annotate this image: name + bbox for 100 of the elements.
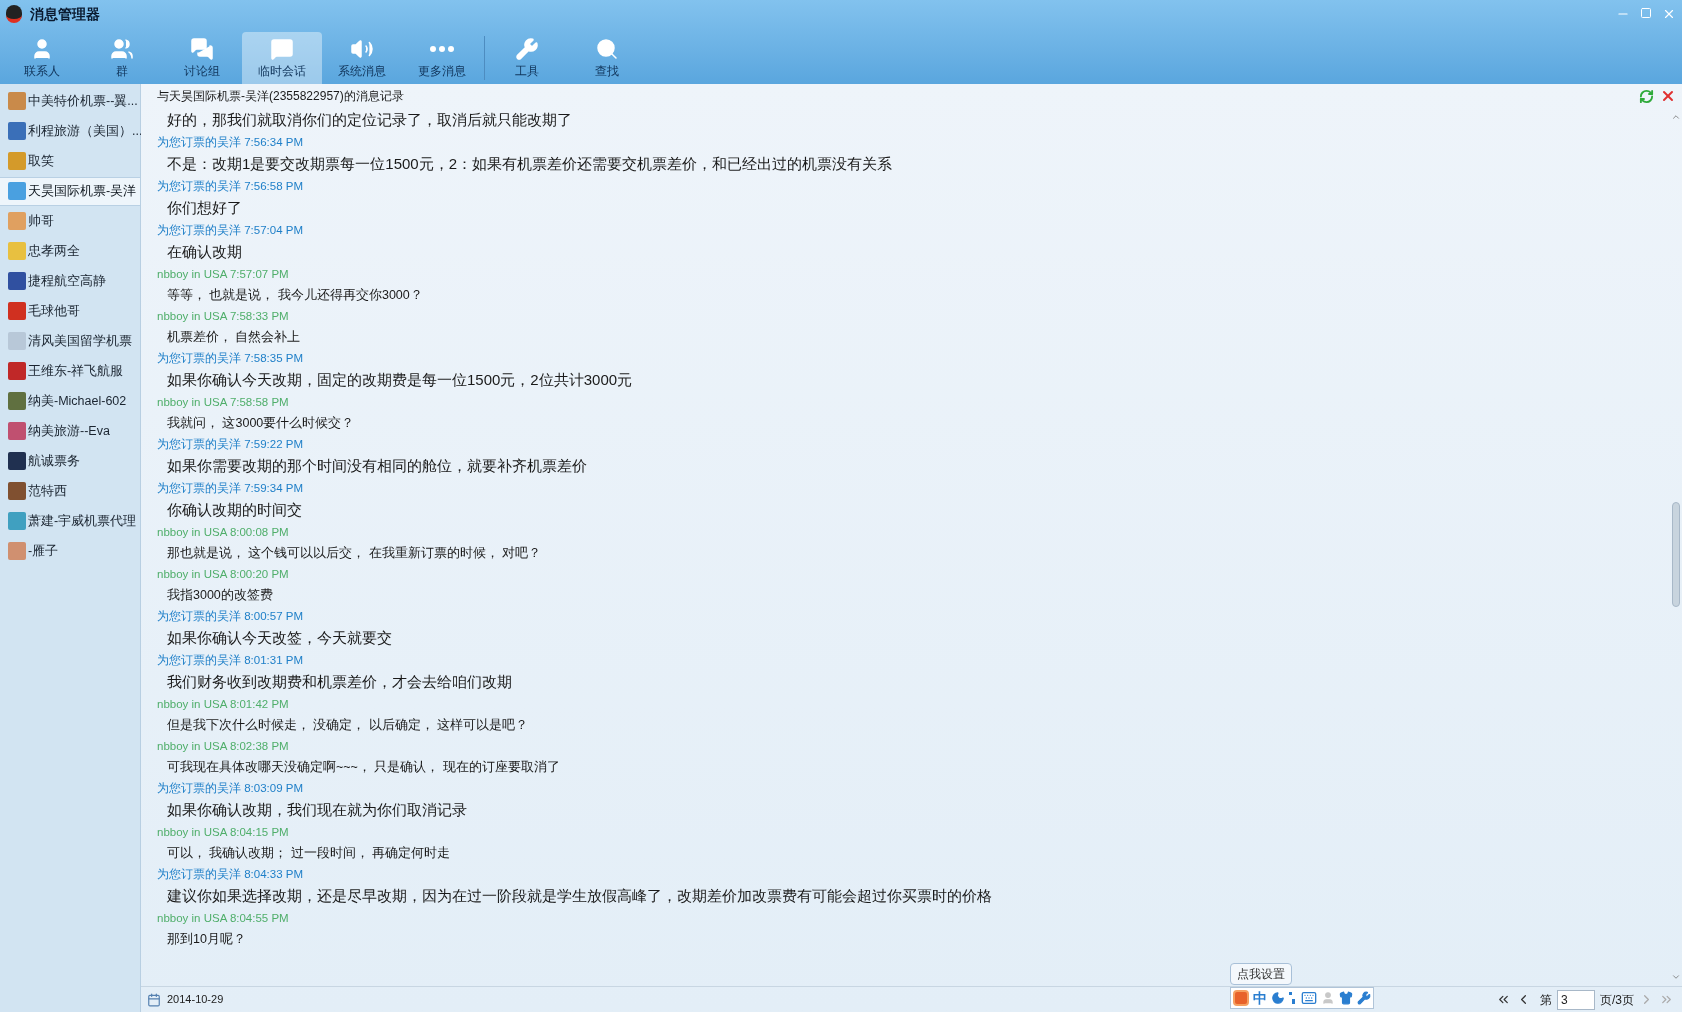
- avatar-icon: [8, 482, 26, 500]
- message-text: 机票差价， 自然会补上: [167, 328, 301, 346]
- message-text: 如果你确认今天改期，固定的改期费是每一位1500元，2位共计3000元: [167, 369, 633, 390]
- message-header: nbboy in USA 7:58:33 PM: [157, 309, 289, 324]
- avatar-icon: [8, 182, 26, 200]
- refresh-icon[interactable]: [1639, 88, 1654, 104]
- contact-item[interactable]: 清风美国留学机票: [0, 326, 140, 356]
- message-header: 为您订票的吴洋 7:57:04 PM: [157, 223, 303, 238]
- close-icon[interactable]: [1660, 88, 1676, 104]
- conversation-title: 与天昊国际机票-吴洋(2355822957)的消息记录: [157, 88, 404, 105]
- toolbar-tab[interactable]: 系统消息: [322, 32, 402, 84]
- page-input[interactable]: 3: [1557, 989, 1595, 1010]
- message-text: 我们财务收到改期费和机票差价，才会去给咱们改期: [167, 671, 512, 692]
- message-header: 为您订票的吴洋 8:03:09 PM: [157, 781, 303, 796]
- toolbar-tab[interactable]: 工具: [487, 32, 567, 84]
- message-header: nbboy in USA 8:00:08 PM: [157, 525, 289, 540]
- message-header: nbboy in USA 8:02:38 PM: [157, 739, 289, 754]
- message-text: 好的，那我们就取消你们的定位记录了，取消后就只能改期了: [167, 109, 572, 130]
- avatar-icon: [8, 242, 26, 260]
- contact-item[interactable]: 中美特价机票--翼...: [0, 86, 140, 116]
- message-text: 如果你需要改期的那个时间没有相同的舱位，就要补齐机票差价: [167, 455, 587, 476]
- contact-item[interactable]: 捷程航空高静: [0, 266, 140, 296]
- avatar-icon: [8, 212, 26, 230]
- message-text: 建议你如果选择改期，还是尽早改期，因为在过一阶段就是学生放假高峰了，改期差价加改票费有可能会超过你买票时的价格: [167, 885, 992, 906]
- avatar-icon: [8, 272, 26, 290]
- ime-mode[interactable]: 中: [1253, 987, 1267, 1009]
- dots-icon: [430, 45, 454, 52]
- page-suffix: 页/3页: [1600, 991, 1634, 1009]
- close-icon[interactable]: [1662, 7, 1676, 21]
- message-text: 如果你确认改期，我们现在就为你们取消记录: [167, 799, 467, 820]
- contact-item[interactable]: 王维东-祥飞航服: [0, 356, 140, 386]
- avatar-icon: [8, 332, 26, 350]
- wrench-icon[interactable]: [1357, 991, 1371, 1005]
- message-text: 等等， 也就是说， 我今儿还得再交你3000？: [167, 286, 423, 304]
- message-text: 我就问， 这3000要什么时候交？: [167, 414, 355, 432]
- contact-item[interactable]: 天昊国际机票-吴洋: [0, 176, 140, 206]
- message-text: 如果你确认今天改签，今天就要交: [167, 627, 392, 648]
- keyboard-icon[interactable]: [1301, 990, 1317, 1006]
- toolbar-tab[interactable]: 查找: [567, 32, 647, 84]
- message-header: 为您订票的吴洋 8:01:31 PM: [157, 653, 303, 668]
- contact-item[interactable]: 帅哥: [0, 206, 140, 236]
- contact-item[interactable]: 取笑: [0, 146, 140, 176]
- people-icon: [110, 36, 134, 61]
- message-text: 我指3000的改签费: [167, 586, 273, 604]
- message-header: nbboy in USA 8:04:15 PM: [157, 825, 289, 840]
- scroll-down-icon[interactable]: [1671, 972, 1681, 982]
- message-text: 你确认改期的时间交: [167, 499, 302, 520]
- contact-item[interactable]: 纳美-Michael-602: [0, 386, 140, 416]
- restore-icon[interactable]: [1640, 7, 1652, 19]
- toolbar-tab[interactable]: 联系人: [2, 32, 82, 84]
- toolbar-tab[interactable]: 临时会话: [242, 32, 322, 84]
- avatar-icon: [8, 542, 26, 560]
- message-text: 你们想好了: [167, 197, 242, 218]
- scroll-thumb[interactable]: [1672, 502, 1680, 607]
- message-text: 可我现在具体改哪天没确定啊~~~， 只是确认， 现在的订座要取消了: [167, 758, 560, 776]
- message-header: 为您订票的吴洋 8:00:57 PM: [157, 609, 303, 624]
- avatar-icon: [8, 92, 26, 110]
- contact-item[interactable]: -雁子: [0, 536, 140, 566]
- toolbar-tab[interactable]: 群: [82, 32, 162, 84]
- message-header: 为您订票的吴洋 7:59:34 PM: [157, 481, 303, 496]
- avatar-icon: [8, 452, 26, 470]
- avatar-icon: [8, 422, 26, 440]
- shirt-icon[interactable]: [1339, 991, 1353, 1005]
- message-header: nbboy in USA 7:58:58 PM: [157, 395, 289, 410]
- message-text: 但是我下次什么时候走， 没确定， 以后确定， 这样可以是吧？: [167, 716, 529, 734]
- avatar-icon: [8, 122, 26, 140]
- contact-item[interactable]: 毛球他哥: [0, 296, 140, 326]
- avatar-icon: [8, 512, 26, 530]
- message-text: 在确认改期: [167, 241, 242, 262]
- calendar-icon[interactable]: [147, 992, 161, 1007]
- date-label: 2014-10-29: [167, 992, 224, 1008]
- logo-icon[interactable]: [1233, 990, 1249, 1006]
- toolbar-tab[interactable]: 讨论组: [162, 32, 242, 84]
- wrench-icon: [515, 36, 539, 61]
- page-prefix: 第: [1540, 991, 1552, 1009]
- avatar-icon: [8, 152, 26, 170]
- search-icon: [595, 36, 619, 61]
- punctuation-icon[interactable]: [1289, 992, 1297, 1004]
- message-header: nbboy in USA 8:04:55 PM: [157, 911, 289, 926]
- moon-icon[interactable]: [1271, 991, 1285, 1005]
- message-header: nbboy in USA 8:00:20 PM: [157, 567, 289, 582]
- contact-item[interactable]: 萧建-宇威机票代理: [0, 506, 140, 536]
- scroll-up-icon[interactable]: [1671, 112, 1681, 122]
- contact-item[interactable]: 忠孝两全: [0, 236, 140, 266]
- message-text: 那到10月呢？: [167, 930, 246, 948]
- message-header: 为您订票的吴洋 7:56:34 PM: [157, 135, 303, 150]
- contact-item[interactable]: 范特西: [0, 476, 140, 506]
- chat-bubble-icon: [270, 36, 294, 61]
- avatar-icon: [8, 302, 26, 320]
- tooltip: 点我设置: [1230, 963, 1292, 985]
- message-header: 为您订票的吴洋 7:59:22 PM: [157, 437, 303, 452]
- window-title: 消息管理器: [30, 4, 100, 24]
- message-header: nbboy in USA 7:57:07 PM: [157, 267, 289, 282]
- contact-item[interactable]: 纳美旅游--Eva: [0, 416, 140, 446]
- contact-item[interactable]: 航诚票务: [0, 446, 140, 476]
- toolbar-tab[interactable]: 更多消息: [402, 32, 482, 84]
- contact-item[interactable]: 利程旅游（美国）...: [0, 116, 140, 146]
- avatar-icon: [8, 362, 26, 380]
- message-text: 不是：改期1是要交改期票每一位1500元，2：如果有机票差价还需要交机票差价，和已经出过的机票没有关系: [167, 153, 893, 174]
- message-header: 为您订票的吴洋 7:56:58 PM: [157, 179, 303, 194]
